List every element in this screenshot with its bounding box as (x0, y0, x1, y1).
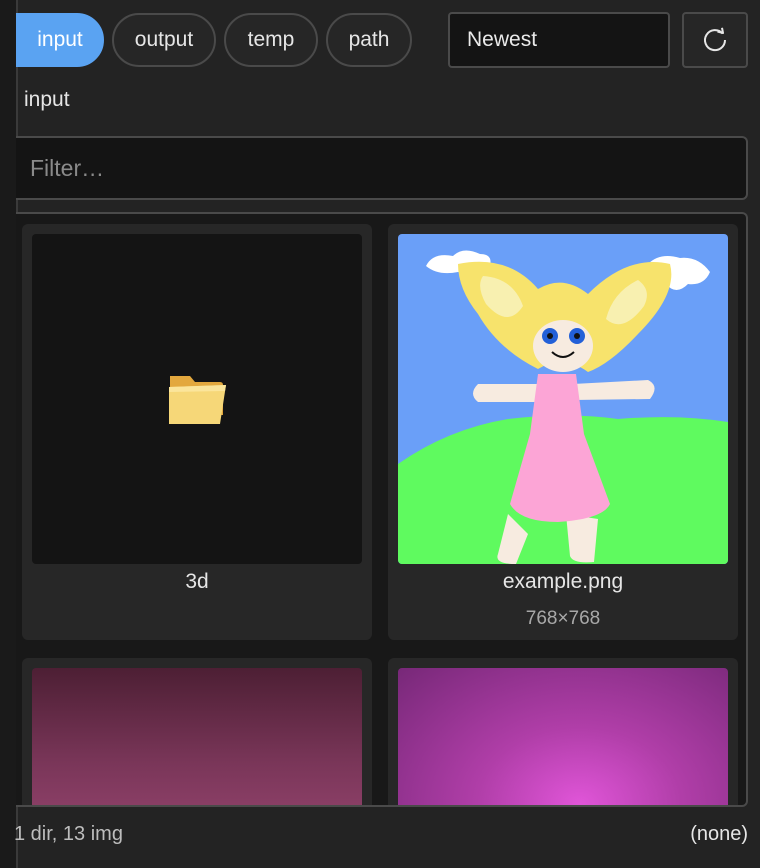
refresh-button[interactable] (682, 12, 748, 68)
tab-temp[interactable]: temp (224, 13, 318, 67)
grid-item-image[interactable] (22, 658, 372, 805)
tab-path-label: path (348, 28, 390, 51)
tab-input-label: input (37, 28, 83, 51)
item-dimensions: 768×768 (525, 608, 601, 629)
sort-select[interactable]: Newest (448, 12, 670, 68)
tab-path[interactable]: path (326, 13, 412, 67)
item-name: example.png (502, 570, 624, 593)
status-selection: (none) (690, 823, 748, 845)
current-path-label: input (24, 88, 70, 111)
image-thumbnail (32, 668, 362, 805)
image-thumbnail (398, 234, 728, 564)
tab-output[interactable]: output (112, 13, 216, 67)
grid-item-image[interactable] (388, 658, 738, 805)
grid-item-folder-3d[interactable]: 3d (22, 224, 372, 640)
drawing-thumbnail-image (398, 234, 728, 564)
file-grid[interactable]: 3d example.png 768×768 (16, 212, 748, 807)
tab-input[interactable]: input (16, 13, 104, 67)
file-browser-panel: input output temp path Newest input Filt… (0, 0, 760, 868)
folder-thumbnail (32, 234, 362, 564)
refresh-icon (704, 27, 727, 52)
grid-item-example-png[interactable]: example.png 768×768 (388, 224, 738, 640)
tab-temp-label: temp (247, 28, 295, 51)
tab-output-label: output (134, 28, 194, 51)
item-name: 3d (185, 570, 209, 593)
status-counts: 1 dir, 13 img (14, 823, 123, 845)
filter-input[interactable] (16, 136, 748, 200)
sort-select-value: Newest (467, 28, 538, 51)
folder-icon (169, 376, 226, 424)
image-thumbnail (398, 668, 728, 805)
